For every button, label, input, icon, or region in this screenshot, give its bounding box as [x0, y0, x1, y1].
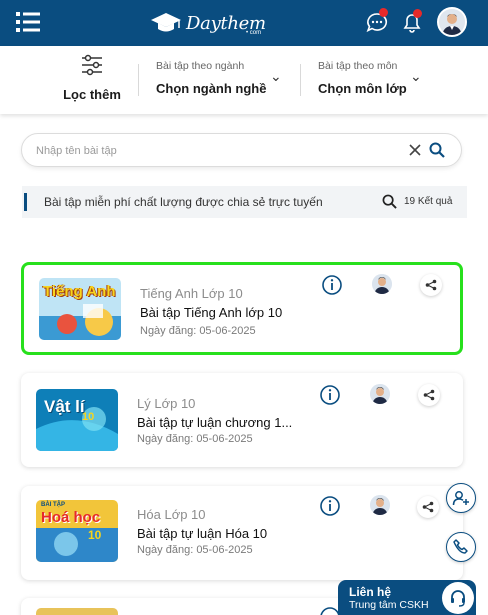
- chevron-down-icon[interactable]: ⌄: [410, 68, 422, 85]
- subject-select-value: Chọn môn lớp: [318, 81, 407, 96]
- author-avatar[interactable]: [372, 274, 392, 294]
- thumbnail-number: 10: [88, 528, 102, 542]
- notification-button[interactable]: [399, 9, 425, 36]
- call-button[interactable]: [446, 532, 476, 562]
- top-header: Daythem • com: [0, 0, 488, 46]
- menu-icon[interactable]: [16, 11, 40, 33]
- major-select-value: Chọn ngành nghề: [156, 81, 267, 96]
- card-subject: Lý Lớp 10: [137, 396, 196, 411]
- phone-icon: [453, 539, 468, 554]
- thumbnail-top: BÀI TẬP: [41, 502, 65, 508]
- share-button[interactable]: [418, 384, 440, 406]
- subject-select-caption: Bài tập theo môn: [318, 60, 398, 72]
- card-thumbnail: BÀI TẬP Hoá học 10: [36, 500, 118, 562]
- search-box: [21, 133, 462, 167]
- share-button[interactable]: [417, 496, 439, 518]
- thumbnail-label: Tiếng Anh: [43, 283, 116, 300]
- share-icon: [423, 389, 435, 401]
- card-thumbnail: Tiếng Anh: [39, 278, 121, 340]
- subject-select[interactable]: Bài tập theo môn Chọn môn lớp: [318, 60, 407, 96]
- card-thumbnail: Vật lí 10: [36, 389, 118, 451]
- thumbnail-number: 10: [82, 411, 95, 423]
- thumbnail-label: Hoá học: [41, 509, 101, 526]
- divider: [138, 64, 139, 96]
- share-icon: [425, 279, 437, 291]
- headset-icon: [451, 590, 465, 607]
- chat-button[interactable]: [364, 8, 390, 36]
- exercise-card[interactable]: Tiếng Anh Tiếng Anh Lớp 10 Bài tập Tiếng…: [21, 262, 463, 355]
- filter-bar: Lọc thêm Bài tập theo ngành Chọn ngành n…: [0, 46, 488, 114]
- user-avatar-image: [439, 9, 465, 35]
- card-date: Ngày đăng: 05-06-2025: [140, 325, 256, 337]
- info-icon[interactable]: [319, 495, 341, 517]
- bell-notification-dot: [413, 9, 422, 18]
- card-subject: Tiếng Anh Lớp 10: [140, 286, 243, 301]
- search-icon[interactable]: [429, 142, 445, 158]
- major-select-caption: Bài tập theo ngành: [156, 60, 245, 72]
- info-bar: Bài tập miễn phí chất lượng được chia sẻ…: [22, 186, 467, 218]
- sliders-icon: [82, 54, 102, 76]
- headset-button[interactable]: [442, 582, 474, 614]
- author-avatar[interactable]: [370, 495, 390, 515]
- filter-more-button[interactable]: Lọc thêm: [60, 54, 124, 102]
- author-avatar[interactable]: [370, 384, 390, 404]
- info-icon[interactable]: [319, 384, 341, 406]
- major-select[interactable]: Bài tập theo ngành Chọn ngành nghề: [156, 60, 266, 96]
- exercise-card[interactable]: Vật lí 10 Lý Lớp 10 Bài tập tự luận chươ…: [21, 373, 463, 467]
- info-text: Bài tập miễn phí chất lượng được chia sẻ…: [44, 195, 323, 209]
- info-accent: [24, 193, 27, 211]
- support-title: Liên hệ: [349, 585, 392, 599]
- divider: [300, 64, 301, 96]
- card-title[interactable]: Bài tập Tiếng Anh lớp 10: [140, 305, 282, 320]
- card-date: Ngày đăng: 05-06-2025: [137, 544, 253, 556]
- info-icon[interactable]: [321, 274, 343, 296]
- card-subject: Hóa Lớp 10: [137, 507, 206, 522]
- result-count: 19 Kết quả: [404, 196, 453, 207]
- site-logo[interactable]: Daythem • com: [150, 8, 300, 38]
- support-subtitle: Trung tâm CSKH: [349, 599, 429, 611]
- card-thumbnail: [36, 608, 118, 615]
- chevron-down-icon[interactable]: ⌄: [270, 68, 282, 85]
- search-input[interactable]: [36, 141, 396, 161]
- add-contact-button[interactable]: [446, 483, 476, 513]
- user-avatar[interactable]: [437, 7, 467, 37]
- card-title[interactable]: Bài tập tự luận chương 1...: [137, 415, 292, 430]
- card-title[interactable]: Bài tập tự luận Hóa 10: [137, 526, 267, 541]
- exercise-card[interactable]: BÀI TẬP Hoá học 10 Hóa Lớp 10 Bài tập tự…: [21, 486, 463, 580]
- add-user-icon: [452, 491, 469, 506]
- share-button[interactable]: [420, 274, 442, 296]
- thumbnail-label: Vật lí: [44, 397, 85, 416]
- search-icon: [382, 194, 397, 209]
- chat-notification-dot: [379, 8, 388, 17]
- share-icon: [422, 501, 434, 513]
- graduation-cap-icon: [151, 13, 181, 32]
- close-icon[interactable]: [407, 142, 423, 158]
- filter-more-label: Lọc thêm: [63, 87, 121, 102]
- support-widget[interactable]: Liên hệ Trung tâm CSKH: [338, 580, 476, 615]
- logo-subtext: • com: [246, 30, 262, 36]
- card-date: Ngày đăng: 05-06-2025: [137, 433, 253, 445]
